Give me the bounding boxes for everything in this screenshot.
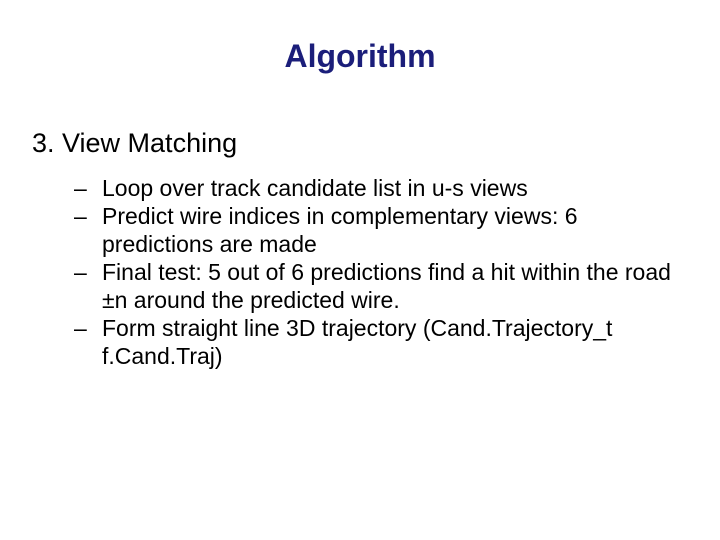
list-item: Predict wire indices in complementary vi… xyxy=(74,202,680,258)
list-item: Form straight line 3D trajectory (Cand.T… xyxy=(74,314,680,370)
section-heading: 3. View Matching xyxy=(32,128,237,159)
bullet-list: Loop over track candidate list in u-s vi… xyxy=(74,174,680,370)
list-item-text: Final test: 5 out of 6 predictions find … xyxy=(102,259,671,313)
list-item: Loop over track candidate list in u-s vi… xyxy=(74,174,680,202)
slide: Algorithm 3. View Matching Loop over tra… xyxy=(0,0,720,540)
list-item: Final test: 5 out of 6 predictions find … xyxy=(74,258,680,314)
list-item-text: Predict wire indices in complementary vi… xyxy=(102,203,578,257)
list-item-text: Loop over track candidate list in u-s vi… xyxy=(102,175,528,201)
slide-title: Algorithm xyxy=(0,38,720,75)
list-item-text: Form straight line 3D trajectory (Cand.T… xyxy=(102,315,612,369)
